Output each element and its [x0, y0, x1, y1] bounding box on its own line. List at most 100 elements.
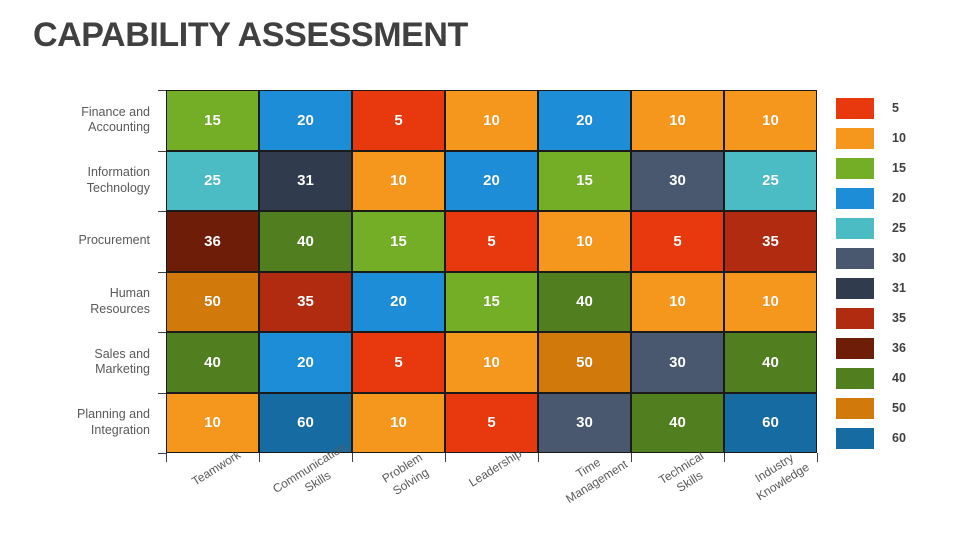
heatmap-grid: 15 20 5 10 20 10 10 25 31 10 20 15 30 25 36 40 15 5 10 5 35 5…: [166, 90, 817, 453]
heatmap-cell-value: 35: [297, 293, 314, 311]
heatmap-cell: 40: [259, 211, 352, 272]
row-axis-tick: [158, 453, 166, 454]
legend: 5 10 15 20 25 30 31 35 36 40 50 60: [836, 93, 946, 453]
row-axis-label: Procurement: [78, 233, 150, 248]
heatmap-cell: 20: [445, 150, 538, 211]
row-axis-label: Planning and Integration: [77, 407, 150, 437]
heatmap-cell: 35: [259, 271, 352, 332]
heatmap-cell-value: 15: [483, 293, 500, 311]
heatmap-cell-value: 30: [576, 414, 593, 432]
heatmap-cell: 10: [631, 271, 724, 332]
heatmap-cell: 31: [259, 150, 352, 211]
row-axis-tick: [158, 272, 166, 273]
heatmap-cell: 10: [538, 211, 631, 272]
legend-swatch: [836, 397, 874, 419]
legend-item: 36: [836, 333, 946, 363]
legend-item: 5: [836, 93, 946, 123]
heatmap-cell: 35: [724, 211, 817, 272]
heatmap-cell: 5: [352, 90, 445, 151]
heatmap-cell-value: 10: [762, 111, 779, 129]
heatmap-cell: 20: [259, 332, 352, 393]
heatmap-cell-value: 10: [669, 111, 686, 129]
legend-item: 35: [836, 303, 946, 333]
legend-label: 20: [892, 190, 906, 205]
heatmap-cell-value: 10: [483, 111, 500, 129]
legend-label: 60: [892, 430, 906, 445]
heatmap-cell: 20: [352, 271, 445, 332]
legend-label: 15: [892, 160, 906, 175]
heatmap-cell: 30: [631, 150, 724, 211]
heatmap-cell: 10: [445, 332, 538, 393]
legend-label: 5: [892, 100, 899, 115]
heatmap-cell-value: 5: [487, 232, 496, 250]
legend-item: 15: [836, 153, 946, 183]
legend-item: 20: [836, 183, 946, 213]
row-axis-tick: [158, 393, 166, 394]
heatmap-cell: 10: [352, 150, 445, 211]
heatmap-cell-value: 36: [204, 232, 221, 250]
slide-canvas: CAPABILITY ASSESSMENT Finance and Account…: [0, 0, 960, 540]
heatmap-cell: 10: [724, 271, 817, 332]
legend-swatch: [836, 157, 874, 179]
row-axis-tick: [158, 332, 166, 333]
legend-label: 36: [892, 340, 906, 355]
heatmap-cell: 20: [538, 90, 631, 151]
heatmap-cell-value: 15: [204, 111, 221, 129]
heatmap-cell-value: 5: [394, 353, 403, 371]
heatmap-cell: 15: [352, 211, 445, 272]
heatmap-cell-value: 35: [762, 232, 779, 250]
heatmap-cell-value: 20: [483, 172, 500, 190]
heatmap-cell-value: 15: [390, 232, 407, 250]
heatmap-cell-value: 60: [762, 414, 779, 432]
legend-label: 31: [892, 280, 906, 295]
heatmap-cell-value: 40: [297, 232, 314, 250]
heatmap-cell-value: 40: [669, 414, 686, 432]
heatmap-cell-value: 40: [576, 293, 593, 311]
row-axis-tick: [158, 151, 166, 152]
heatmap-cell-value: 60: [297, 414, 314, 432]
heatmap-cell-value: 20: [576, 111, 593, 129]
legend-item: 31: [836, 273, 946, 303]
heatmap-cell: 40: [724, 332, 817, 393]
heatmap-cell-value: 5: [487, 414, 496, 432]
legend-swatch: [836, 247, 874, 269]
heatmap-cell-value: 50: [204, 293, 221, 311]
legend-item: 50: [836, 393, 946, 423]
legend-swatch: [836, 217, 874, 239]
legend-label: 30: [892, 250, 906, 265]
legend-swatch: [836, 127, 874, 149]
heatmap-cell-value: 40: [204, 353, 221, 371]
heatmap-cell: 40: [166, 332, 259, 393]
heatmap-cell-value: 10: [762, 293, 779, 311]
heatmap-cell: 50: [166, 271, 259, 332]
row-axis-labels: Finance and Accounting Information Technolo…: [60, 90, 158, 453]
heatmap-cell: 10: [724, 90, 817, 151]
legend-swatch: [836, 307, 874, 329]
heatmap-cell-value: 20: [297, 111, 314, 129]
legend-swatch: [836, 367, 874, 389]
heatmap-cell-value: 10: [669, 293, 686, 311]
heatmap-cell-value: 10: [204, 414, 221, 432]
legend-label: 35: [892, 310, 906, 325]
legend-item: 40: [836, 363, 946, 393]
heatmap-cell: 5: [631, 211, 724, 272]
heatmap-cell: 25: [724, 150, 817, 211]
heatmap-cell-value: 10: [390, 414, 407, 432]
legend-item: 25: [836, 213, 946, 243]
heatmap-cell-value: 50: [576, 353, 593, 371]
legend-swatch: [836, 337, 874, 359]
heatmap-cell-value: 30: [669, 353, 686, 371]
legend-swatch: [836, 427, 874, 449]
legend-label: 40: [892, 370, 906, 385]
page-title: CAPABILITY ASSESSMENT: [33, 16, 468, 54]
legend-item: 30: [836, 243, 946, 273]
column-axis-tick: [166, 453, 167, 462]
legend-label: 25: [892, 220, 906, 235]
heatmap-plot-area: 15 20 5 10 20 10 10 25 31 10 20 15 30 25 36 40 15 5 10 5 35 5…: [166, 90, 817, 453]
row-axis-label: Information Technology: [86, 165, 150, 195]
heatmap-cell: 30: [631, 332, 724, 393]
heatmap-cell-value: 15: [576, 172, 593, 190]
column-axis-labels: Teamwork Communication Skills Problem Solvin…: [166, 440, 817, 540]
legend-item: 60: [836, 423, 946, 453]
row-axis-tick: [158, 90, 166, 91]
